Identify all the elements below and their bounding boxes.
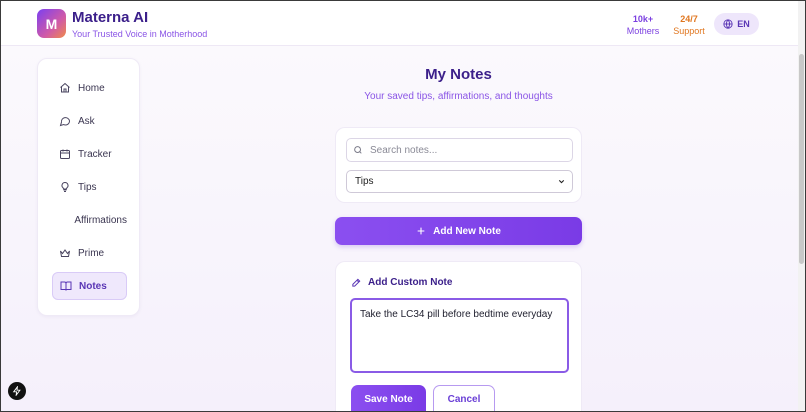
sidebar-item-prime[interactable]: Prime (52, 239, 127, 267)
sidebar-item-label: Ask (78, 115, 95, 127)
sidebar-item-tips[interactable]: Tips (52, 173, 127, 201)
globe-icon (723, 19, 733, 29)
page-title: My Notes (425, 66, 492, 83)
sidebar-item-tracker[interactable]: Tracker (52, 140, 127, 168)
sidebar-item-label: Tracker (78, 148, 112, 160)
language-button[interactable]: EN (714, 13, 759, 35)
calendar-icon (59, 148, 71, 160)
language-label: EN (737, 19, 750, 29)
sidebar-nav: Home Ask Tracker Tips Affirmations Prime… (37, 58, 140, 316)
search-box (346, 138, 573, 162)
custom-note-card: Add Custom Note Take the LC34 pill befor… (335, 261, 582, 412)
scrollbar-thumb[interactable] (799, 54, 804, 264)
pencil-icon (351, 277, 362, 288)
save-note-label: Save Note (364, 393, 413, 405)
chat-bubble-icon (59, 115, 71, 127)
stat-mothers: 10k+ Mothers (621, 13, 665, 37)
dev-tools-badge[interactable] (8, 382, 26, 400)
plus-icon (416, 226, 426, 236)
brand-tagline: Your Trusted Voice in Motherhood (72, 29, 208, 39)
category-select-value: Tips (355, 176, 374, 187)
app-header: M Materna AI Your Trusted Voice in Mothe… (1, 1, 798, 46)
affirmations-icon-placeholder (59, 214, 67, 226)
sidebar-item-affirmations[interactable]: Affirmations (52, 206, 127, 234)
app-logo[interactable]: M (37, 9, 66, 38)
stat-mothers-label: Mothers (626, 26, 660, 36)
lightning-icon (12, 386, 22, 396)
crown-icon (59, 247, 71, 259)
filter-card: Tips (335, 127, 582, 203)
sidebar-item-label: Notes (79, 280, 107, 292)
save-note-button[interactable]: Save Note (351, 385, 426, 412)
stat-support-value: 24/7 (680, 14, 698, 24)
category-select[interactable]: Tips (346, 170, 573, 193)
stat-support: 24/7 Support (669, 13, 709, 37)
sidebar-item-ask[interactable]: Ask (52, 107, 127, 135)
add-new-note-label: Add New Note (433, 225, 501, 237)
sidebar-item-label: Home (78, 82, 105, 94)
custom-note-heading: Add Custom Note (368, 277, 453, 288)
page-subtitle: Your saved tips, affirmations, and thoug… (364, 91, 553, 102)
brand-name: Materna AI (72, 9, 149, 26)
cancel-button[interactable]: Cancel (433, 385, 495, 412)
add-new-note-button[interactable]: Add New Note (335, 217, 582, 245)
sidebar-item-label: Prime (78, 247, 105, 259)
stat-support-label: Support (673, 26, 705, 36)
chevron-down-icon (557, 177, 566, 186)
lightbulb-icon (59, 181, 71, 193)
sidebar-item-notes[interactable]: Notes (52, 272, 127, 300)
cancel-label: Cancel (447, 394, 481, 405)
book-icon (60, 280, 72, 292)
custom-note-header: Add Custom Note (351, 277, 452, 288)
sidebar-item-label: Tips (78, 181, 97, 193)
search-icon (353, 145, 363, 155)
note-textarea[interactable]: Take the LC34 pill before bedtime everyd… (350, 298, 569, 373)
logo-letter: M (45, 15, 58, 32)
sidebar-item-home[interactable]: Home (52, 74, 127, 102)
home-icon (59, 82, 71, 94)
sidebar-item-label: Affirmations (74, 214, 127, 226)
stat-mothers-value: 10k+ (632, 14, 654, 24)
search-input[interactable] (370, 144, 560, 156)
